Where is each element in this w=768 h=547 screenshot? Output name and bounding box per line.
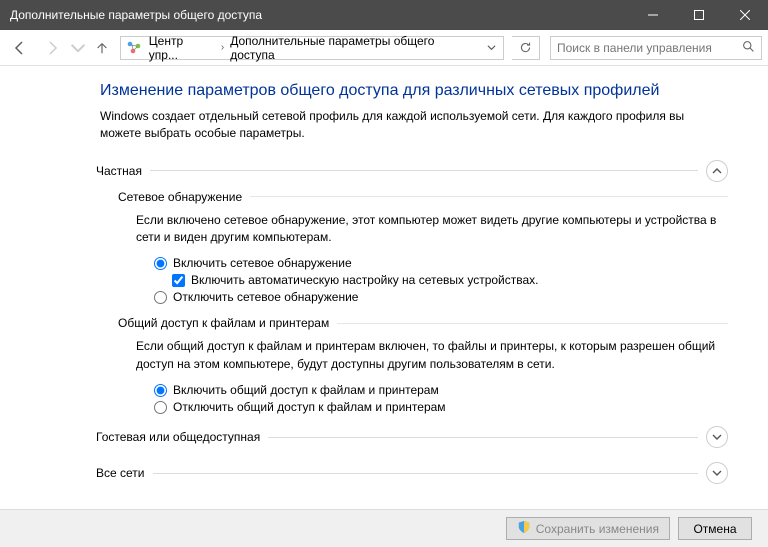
breadcrumb-item[interactable]: Дополнительные параметры общего доступа [228,34,481,62]
back-button[interactable] [6,34,34,62]
divider [150,170,698,171]
maximize-button[interactable] [676,0,722,30]
address-dropdown[interactable] [481,43,501,52]
window-title: Дополнительные параметры общего доступа [10,8,630,22]
section-all-header[interactable]: Все сети [96,462,728,484]
radio-discovery-off[interactable]: Отключить сетевое обнаружение [154,290,728,304]
divider [268,437,698,438]
search-box[interactable] [550,36,762,60]
section-guest-header[interactable]: Гостевая или общедоступная [96,426,728,448]
radio-label: Включить общий доступ к файлам и принтер… [173,383,439,397]
group-file-sharing: Общий доступ к файлам и принтерам Если о… [118,316,728,414]
section-private-header[interactable]: Частная [96,160,728,182]
divider [250,196,728,197]
chevron-right-icon: › [217,42,228,53]
page-title: Изменение параметров общего доступа для … [100,82,728,100]
group-desc: Если общий доступ к файлам и принтерам в… [136,338,728,373]
group-label: Сетевое обнаружение [118,190,250,204]
chevron-up-icon[interactable] [706,160,728,182]
recent-dropdown[interactable] [70,34,86,62]
up-button[interactable] [90,36,114,60]
section-label: Все сети [96,466,153,480]
section-label: Частная [96,164,150,178]
section-label: Гостевая или общедоступная [96,430,268,444]
radio-sharing-on[interactable]: Включить общий доступ к файлам и принтер… [154,383,728,397]
radio-input[interactable] [154,384,167,397]
divider [153,473,699,474]
radio-input[interactable] [154,401,167,414]
button-label: Сохранить изменения [536,522,659,536]
forward-button[interactable] [38,34,66,62]
divider [337,323,728,324]
close-button[interactable] [722,0,768,30]
radio-label: Отключить общий доступ к файлам и принте… [173,400,446,414]
group-label: Общий доступ к файлам и принтерам [118,316,337,330]
button-label: Отмена [693,522,736,536]
search-icon[interactable] [742,40,755,56]
checkbox-label: Включить автоматическую настройку на сет… [191,273,539,287]
footer: Сохранить изменения Отмена [0,509,768,547]
titlebar: Дополнительные параметры общего доступа [0,0,768,30]
checkbox-input[interactable] [172,274,185,287]
navbar: Центр упр... › Дополнительные параметры … [0,30,768,66]
minimize-button[interactable] [630,0,676,30]
group-network-discovery: Сетевое обнаружение Если включено сетево… [118,190,728,305]
chevron-down-icon[interactable] [706,426,728,448]
save-button[interactable]: Сохранить изменения [506,517,670,540]
radio-label: Включить сетевое обнаружение [173,256,352,270]
radio-input[interactable] [154,257,167,270]
refresh-button[interactable] [512,36,540,60]
checkbox-auto-config[interactable]: Включить автоматическую настройку на сет… [172,273,728,287]
radio-input[interactable] [154,291,167,304]
content-area: Изменение параметров общего доступа для … [0,66,768,509]
group-desc: Если включено сетевое обнаружение, этот … [136,212,728,247]
address-bar[interactable]: Центр упр... › Дополнительные параметры … [120,36,504,60]
shield-icon [517,520,531,537]
network-icon [125,39,143,57]
radio-discovery-on[interactable]: Включить сетевое обнаружение [154,256,728,270]
search-input[interactable] [557,41,742,55]
page-subtitle: Windows создает отдельный сетевой профил… [100,108,728,142]
radio-label: Отключить сетевое обнаружение [173,290,358,304]
chevron-down-icon[interactable] [706,462,728,484]
cancel-button[interactable]: Отмена [678,517,752,540]
breadcrumb-item[interactable]: Центр упр... [147,34,217,62]
radio-sharing-off[interactable]: Отключить общий доступ к файлам и принте… [154,400,728,414]
